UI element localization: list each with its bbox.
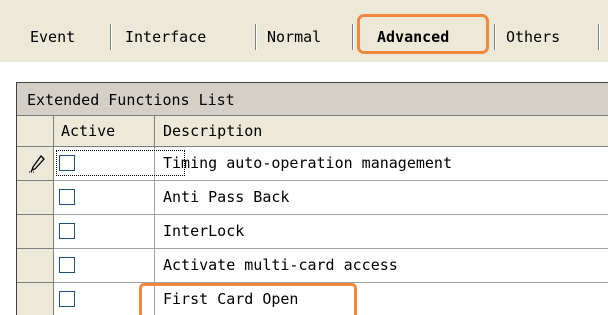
table-row[interactable]: First Card Open [17,283,608,315]
row-header[interactable] [17,283,54,315]
tab-separator [255,24,257,50]
column-header-description-label: Description [163,122,263,140]
row-header[interactable] [17,181,54,215]
tab-event[interactable]: Event [30,26,75,48]
active-cell[interactable] [54,249,155,283]
active-cell[interactable] [54,147,185,181]
tab-bar: Event Interface Normal Advanced Others [0,0,608,62]
extended-functions-grid: Extended Functions List Active Descripti… [16,82,608,315]
description-text: InterLock [163,222,245,240]
description-cell[interactable]: InterLock [155,215,608,249]
column-header-description[interactable]: Description [155,116,608,147]
description-cell[interactable]: Anti Pass Back [155,181,608,215]
tab-separator [110,24,112,50]
table-row[interactable]: Timing auto-operation management [17,147,608,181]
tab-others[interactable]: Others [506,26,560,48]
grid-header-row: Active Description [17,116,608,147]
active-checkbox[interactable] [59,257,75,273]
table-row[interactable]: Anti Pass Back [17,181,608,215]
description-cell[interactable]: First Card Open [155,283,608,315]
grid-caption: Extended Functions List [17,83,608,116]
row-header-corner [17,116,54,147]
description-cell[interactable]: Activate multi-card access [155,249,608,283]
row-header[interactable] [17,249,54,283]
description-text: Anti Pass Back [163,188,290,206]
table-row[interactable]: Activate multi-card access [17,249,608,283]
column-header-active[interactable]: Active [54,116,155,147]
tab-interface[interactable]: Interface [125,26,206,48]
active-cell[interactable] [54,283,155,315]
tab-normal[interactable]: Normal [267,26,321,48]
description-cell[interactable]: Timing auto-operation management [155,147,608,181]
description-text: Activate multi-card access [163,256,398,274]
tab-separator [352,24,354,50]
pencil-icon [29,155,45,173]
active-checkbox[interactable] [59,223,75,239]
tab-advanced-label: Advanced [377,28,450,46]
column-header-active-label: Active [61,122,116,140]
tab-separator [494,24,496,50]
active-checkbox[interactable] [59,291,75,307]
description-text: First Card Open [163,290,299,308]
active-checkbox[interactable] [59,155,75,171]
table-row[interactable]: InterLock [17,215,608,249]
row-header[interactable] [17,215,54,249]
active-cell[interactable] [54,215,155,249]
row-header[interactable] [17,147,54,181]
grid-caption-text: Extended Functions List [27,91,235,109]
active-checkbox[interactable] [59,189,75,205]
tab-separator [598,24,600,50]
description-text: Timing auto-operation management [163,154,452,172]
tab-advanced[interactable]: Advanced [357,14,489,54]
active-cell[interactable] [54,181,155,215]
